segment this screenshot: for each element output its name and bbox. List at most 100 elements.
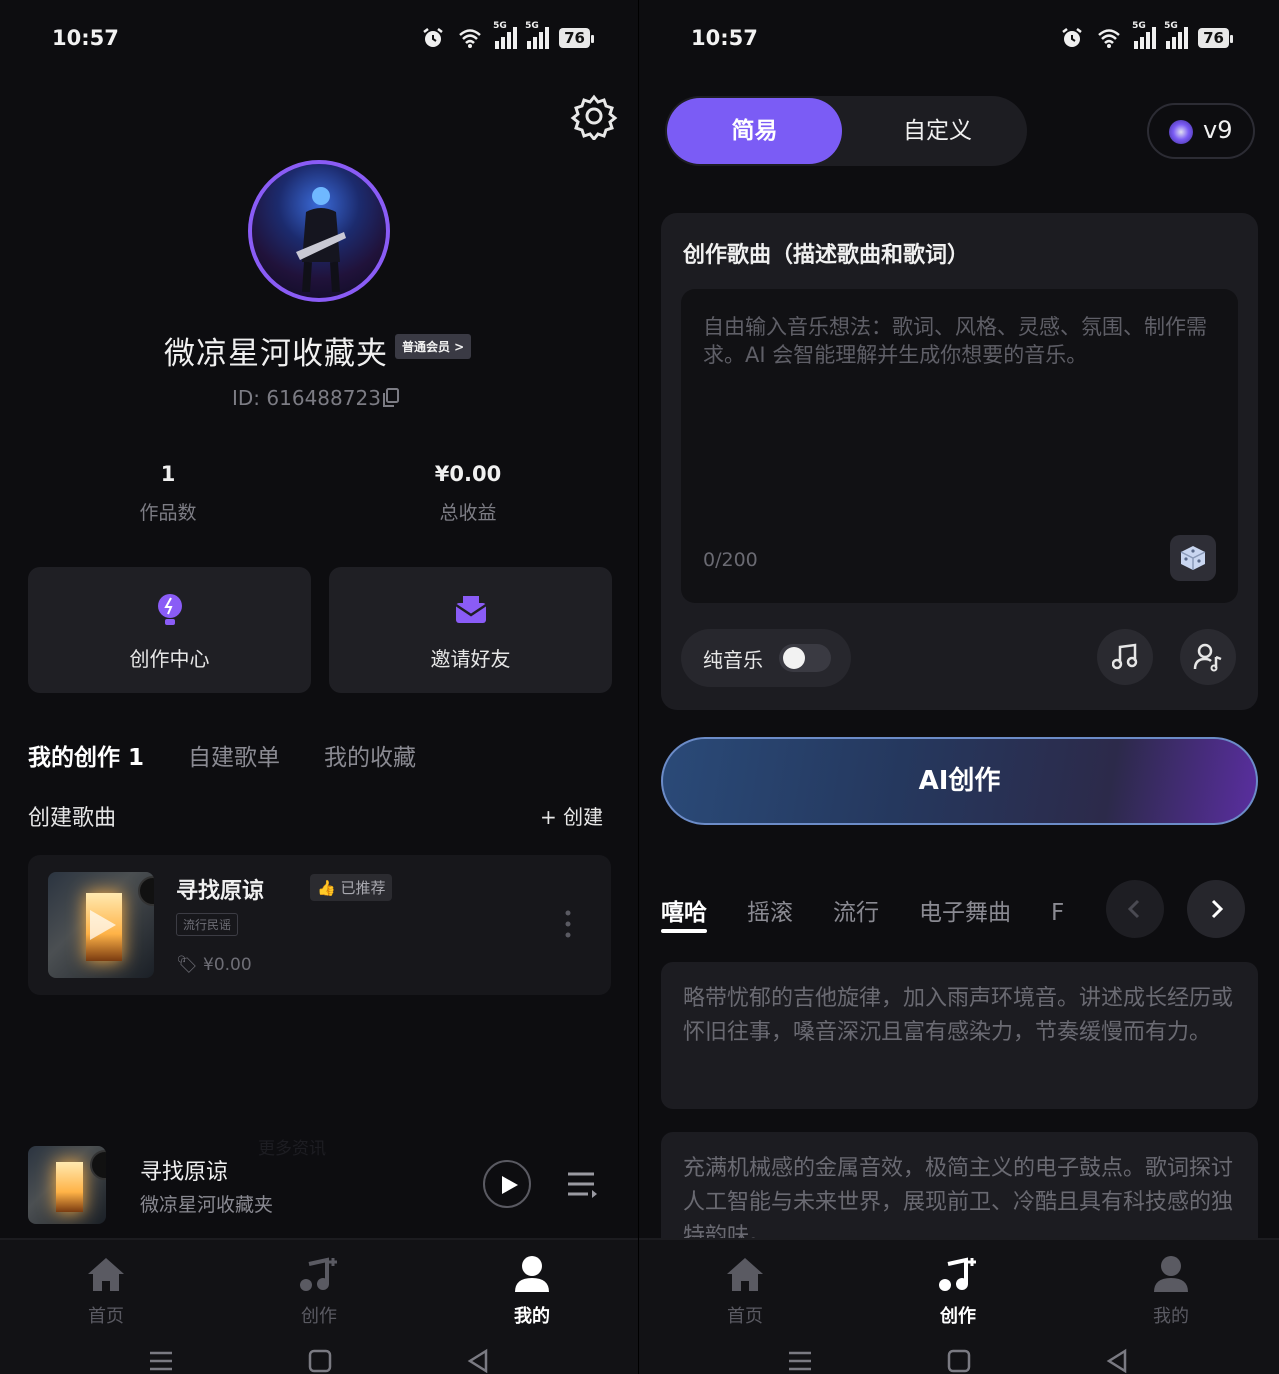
menu-icon[interactable] bbox=[148, 1348, 174, 1374]
genre-prev-button[interactable] bbox=[1106, 880, 1164, 938]
genre-tab-next[interactable]: F bbox=[1051, 900, 1064, 937]
song-cover[interactable] bbox=[48, 872, 154, 978]
bottom-nav: 首页 创作 我的 bbox=[0, 1238, 640, 1374]
song-price-value: ¥0.00 bbox=[203, 955, 252, 975]
genre-tab-edm[interactable]: 电子舞曲 bbox=[919, 893, 1011, 937]
home-icon bbox=[727, 1258, 763, 1291]
version-label: v9 bbox=[1203, 116, 1233, 144]
nav-create-label: 创作 bbox=[301, 1306, 337, 1327]
stat-works-label: 作品数 bbox=[139, 502, 197, 524]
stat-earnings-value: ¥0.00 bbox=[434, 462, 502, 486]
genre-tab-pop[interactable]: 流行 bbox=[833, 893, 879, 937]
battery-icon: 76 bbox=[559, 28, 594, 48]
user-id: ID: 616488723 bbox=[232, 386, 381, 410]
genre-next-button[interactable] bbox=[1187, 880, 1245, 938]
more-icon[interactable] bbox=[563, 909, 573, 939]
creation-center-label: 创作中心 bbox=[129, 647, 210, 671]
playlist-icon[interactable] bbox=[566, 1170, 598, 1198]
tab-my-playlists[interactable]: 自建歌单 bbox=[188, 738, 280, 772]
status-bar: 10:57 5G 5G 76 bbox=[639, 21, 1279, 62]
nav-home[interactable]: 首页 bbox=[56, 1254, 156, 1328]
back-icon[interactable] bbox=[466, 1348, 490, 1374]
ai-create-button[interactable]: AI创作 bbox=[661, 737, 1258, 825]
nav-home[interactable]: 首页 bbox=[695, 1254, 795, 1328]
mini-player[interactable]: 寻找原谅 微凉星河收藏夹 bbox=[0, 1138, 640, 1238]
avatar[interactable] bbox=[248, 160, 390, 302]
wifi-icon bbox=[459, 29, 481, 48]
inspiration-card[interactable]: 略带忧郁的吉他旋律，加入雨声环境音。讲述成长经历或怀旧往事，嗓音深沉且富有感染力… bbox=[661, 962, 1258, 1109]
stat-works-value: 1 bbox=[160, 462, 176, 486]
home-square-icon[interactable] bbox=[308, 1348, 332, 1374]
pure-music-switch[interactable] bbox=[779, 644, 831, 672]
gear-icon[interactable] bbox=[570, 92, 618, 140]
invite-friends-label: 邀请好友 bbox=[430, 647, 511, 671]
singer-button[interactable] bbox=[1180, 629, 1236, 685]
mini-player-artist: 微凉星河收藏夹 bbox=[140, 1194, 274, 1216]
status-icons: 5G 5G 76 bbox=[1060, 21, 1233, 50]
nav-create[interactable]: 创作 bbox=[269, 1254, 369, 1328]
nav-profile[interactable]: 我的 bbox=[482, 1254, 582, 1328]
play-icon bbox=[502, 1176, 518, 1194]
mode-custom-button[interactable]: 自定义 bbox=[850, 98, 1025, 164]
user-icon bbox=[1154, 1256, 1188, 1292]
dice-icon bbox=[1180, 546, 1206, 570]
pure-music-toggle[interactable]: 纯音乐 bbox=[681, 629, 851, 687]
compose-panel: 创作歌曲（描述歌曲和歌词） 自由输入音乐想法：歌词、风格、灵感、氛围、制作需求。… bbox=[661, 213, 1258, 710]
system-nav bbox=[0, 1348, 640, 1374]
nav-create[interactable]: 创作 bbox=[908, 1254, 1008, 1328]
bulb-icon bbox=[157, 594, 182, 625]
song-card[interactable]: 寻找原谅 👍 已推荐 流行民谣 🏷 ¥0.00 bbox=[28, 855, 611, 995]
genre-tag: 流行民谣 bbox=[176, 913, 239, 936]
username: 微凉星河收藏夹 bbox=[164, 336, 388, 372]
status-time: 10:57 bbox=[691, 26, 758, 50]
section-title: 创建歌曲 bbox=[28, 806, 117, 831]
user-icon bbox=[515, 1256, 549, 1292]
random-dice-button[interactable] bbox=[1170, 535, 1216, 581]
play-icon bbox=[90, 910, 116, 940]
song-price: 🏷 ¥0.00 bbox=[176, 955, 252, 975]
copy-icon[interactable] bbox=[382, 388, 400, 408]
recommended-label: 已推荐 bbox=[340, 879, 386, 897]
signal-icon: 5G bbox=[1132, 21, 1157, 49]
thumb-icon: 👍 bbox=[317, 879, 336, 897]
chevron-left-icon bbox=[1127, 899, 1140, 919]
recommended-badge: 👍 已推荐 bbox=[310, 874, 393, 901]
genre-tabs: 嘻哈 摇滚 流行 电子舞曲 F bbox=[661, 893, 1101, 937]
genre-tab-hiphop[interactable]: 嘻哈 bbox=[661, 893, 707, 937]
member-badge[interactable]: 普通会员 > bbox=[395, 334, 472, 359]
pure-music-label: 纯音乐 bbox=[703, 648, 763, 672]
create-button[interactable]: + 创建 bbox=[540, 801, 603, 830]
nav-create-label: 创作 bbox=[940, 1306, 976, 1327]
compose-title: 创作歌曲（描述歌曲和歌词） bbox=[683, 243, 970, 268]
tab-my-favorites[interactable]: 我的收藏 bbox=[324, 738, 416, 772]
signal-icon-2: 5G bbox=[1164, 21, 1189, 49]
nav-profile[interactable]: 我的 bbox=[1121, 1254, 1221, 1328]
music-note-icon bbox=[300, 1257, 337, 1291]
mode-simple-button[interactable]: 简易 bbox=[667, 98, 842, 164]
tab-my-creations[interactable]: 我的创作 1 bbox=[28, 738, 144, 772]
home-icon bbox=[88, 1258, 124, 1291]
play-button[interactable] bbox=[483, 1160, 531, 1208]
mini-player-cover[interactable] bbox=[28, 1146, 106, 1224]
version-icon bbox=[1169, 120, 1193, 144]
profile-screen: 10:57 5G 5G 76 微凉星河收藏夹 普通会员 > ID: 616488… bbox=[0, 0, 640, 1374]
chevron-right-icon bbox=[1211, 899, 1224, 919]
price-tag-icon: 🏷 bbox=[176, 955, 198, 975]
char-count: 0/200 bbox=[703, 549, 758, 571]
back-icon[interactable] bbox=[1105, 1348, 1129, 1374]
invite-friends-button[interactable]: 邀请好友 bbox=[329, 567, 612, 693]
version-selector[interactable]: v9 bbox=[1147, 103, 1255, 159]
signal-icon-2: 5G bbox=[525, 21, 550, 49]
wifi-icon bbox=[1098, 29, 1120, 48]
genre-tab-rock[interactable]: 摇滚 bbox=[747, 893, 793, 937]
system-nav bbox=[639, 1348, 1279, 1374]
compose-input[interactable]: 自由输入音乐想法：歌词、风格、灵感、氛围、制作需求。AI 会智能理解并生成你想要… bbox=[681, 289, 1238, 603]
compose-placeholder: 自由输入音乐想法：歌词、风格、灵感、氛围、制作需求。AI 会智能理解并生成你想要… bbox=[703, 315, 1207, 367]
song-title: 寻找原谅 bbox=[176, 879, 265, 904]
stat-works: 1 作品数 bbox=[88, 462, 248, 525]
music-note-icon bbox=[939, 1257, 976, 1291]
home-square-icon[interactable] bbox=[947, 1348, 971, 1374]
creation-center-button[interactable]: 创作中心 bbox=[28, 567, 311, 693]
music-style-button[interactable] bbox=[1097, 629, 1153, 685]
menu-icon[interactable] bbox=[787, 1348, 813, 1374]
